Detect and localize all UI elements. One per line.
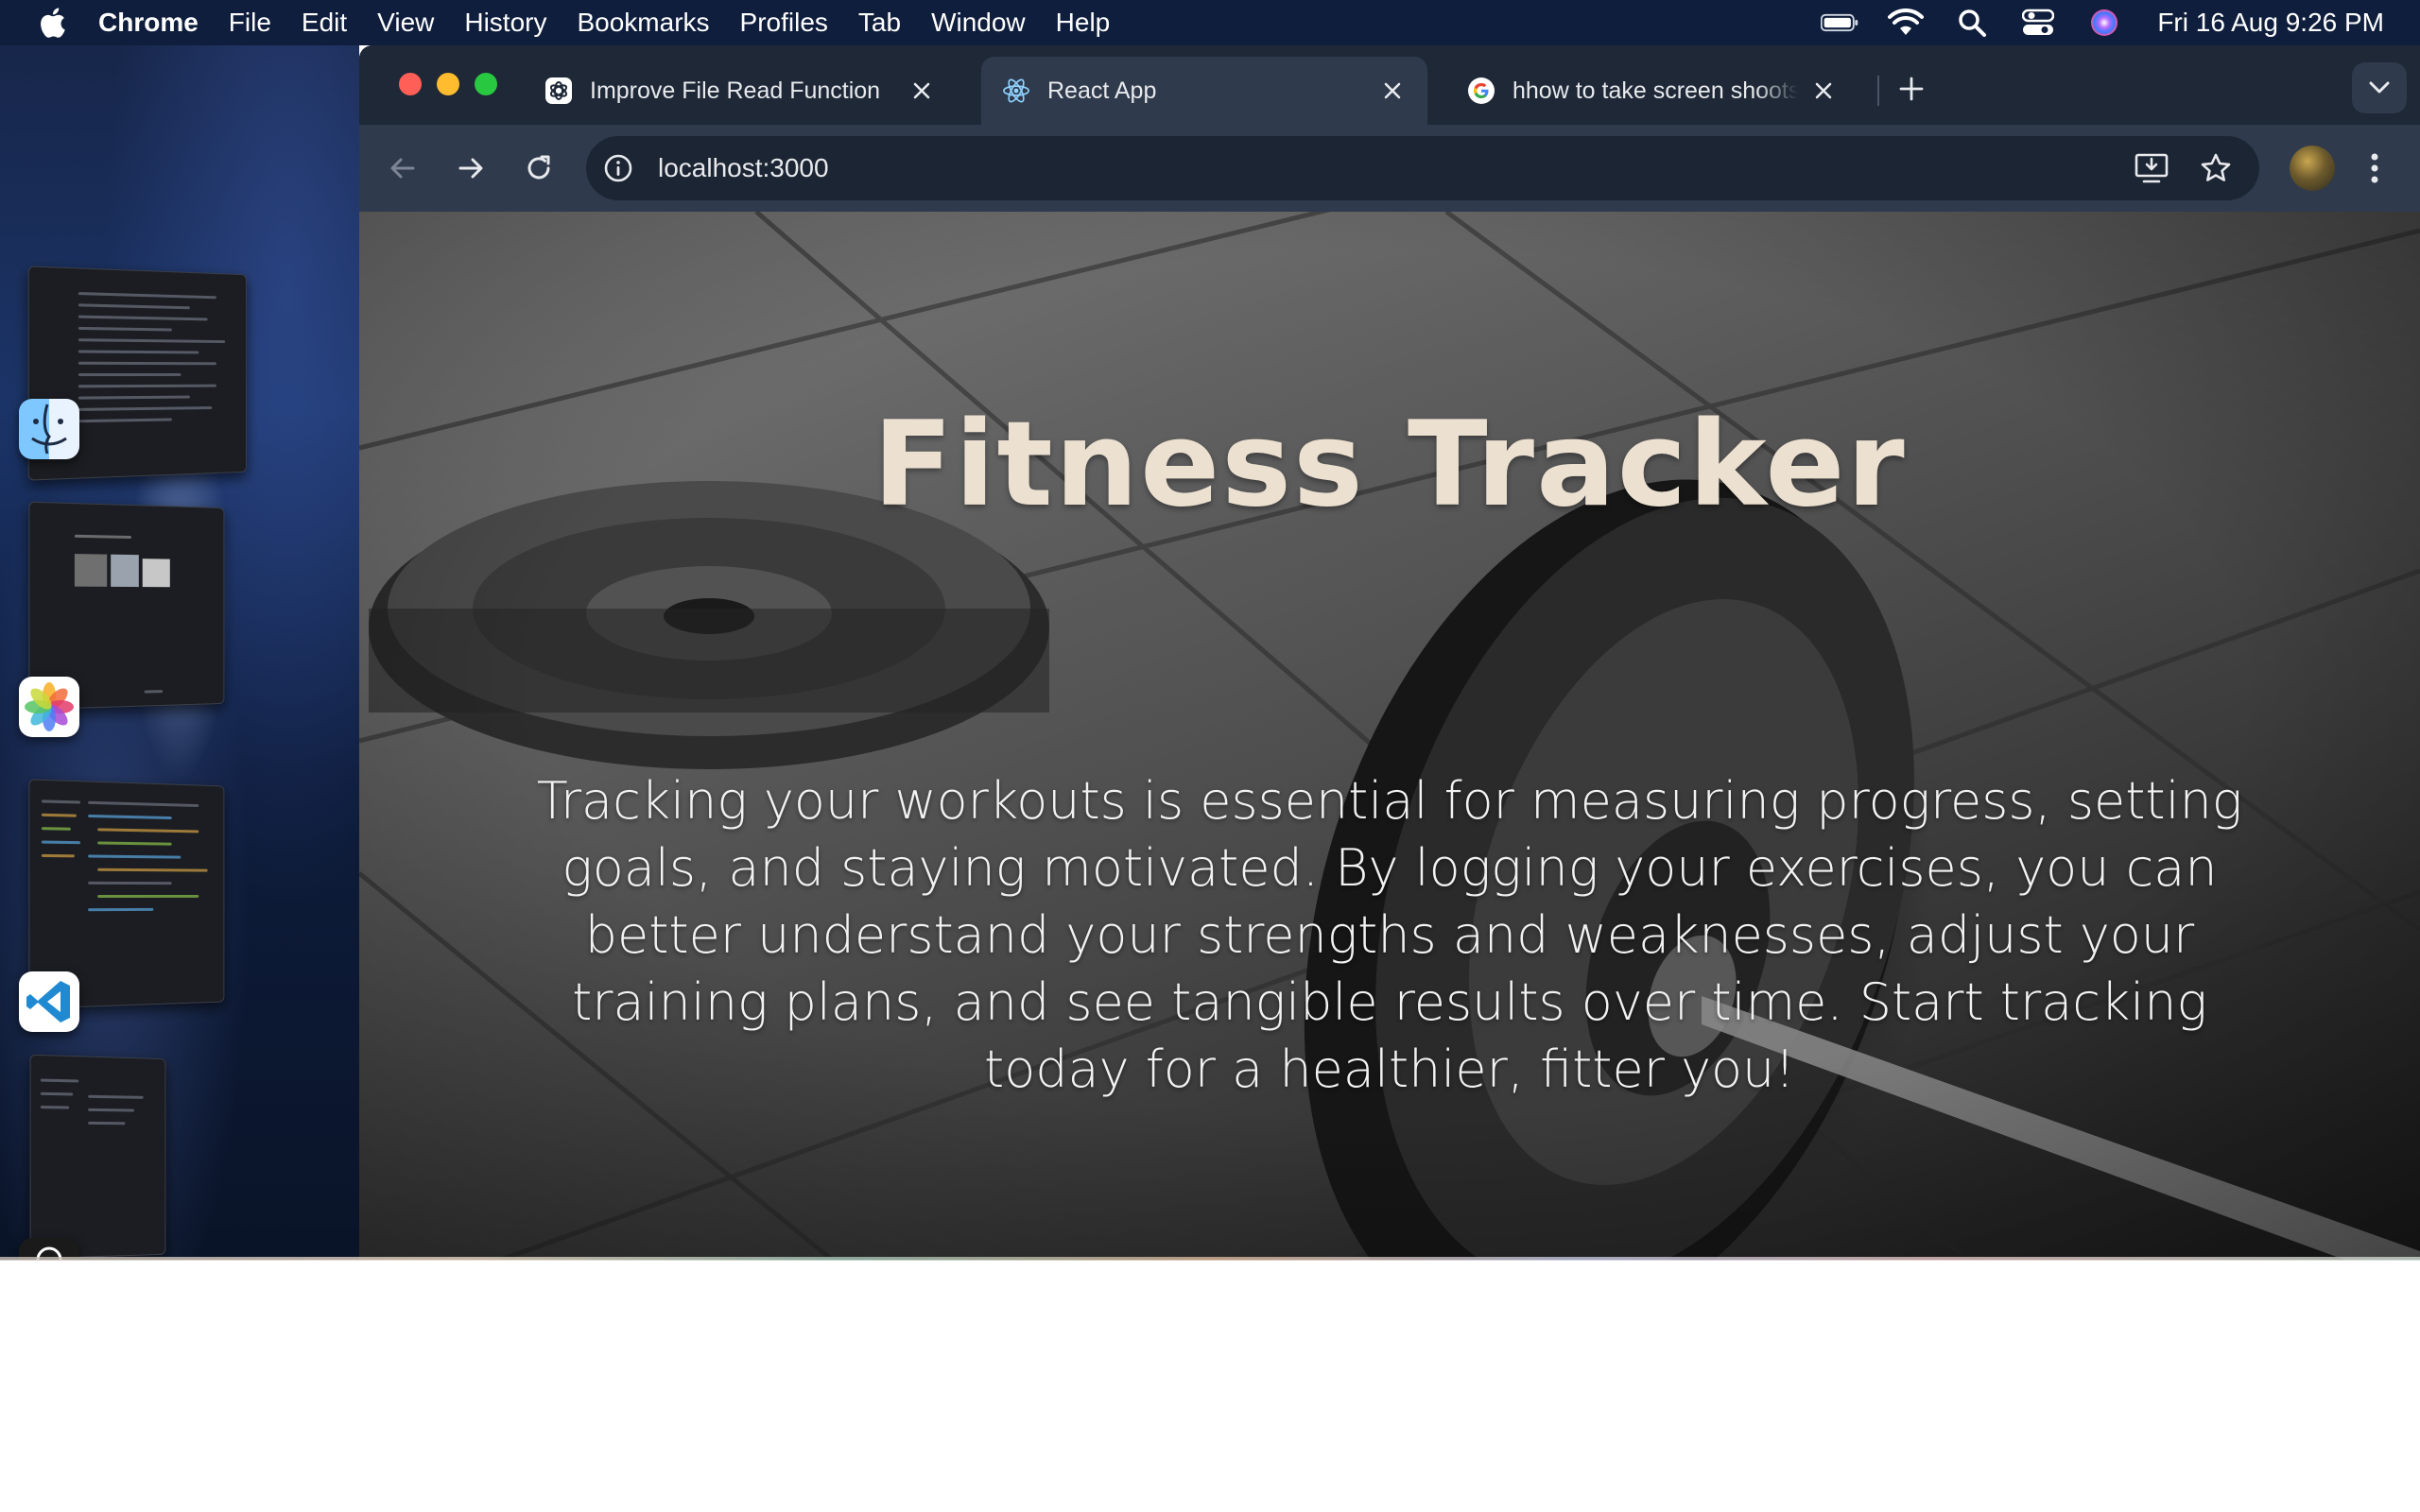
menu-history[interactable]: History [464,8,546,38]
tab-title: Improve File Read Function [590,77,881,104]
maximize-window-button[interactable] [475,73,497,95]
page-viewport: Fitness Tracker Tracking your workouts i… [359,212,2420,1260]
new-tab-button[interactable] [1893,70,1930,108]
profile-avatar[interactable] [2290,146,2335,191]
tab-search-button[interactable] [2352,62,2407,113]
bookmark-star-icon[interactable] [2195,147,2237,189]
apple-menu-icon[interactable] [36,7,68,39]
menu-bookmarks[interactable]: Bookmarks [577,8,709,38]
browser-toolbar: localhost:3000 [359,125,2420,212]
chrome-window: Improve File Read Function React App hho… [359,45,2420,1260]
finder-app-icon[interactable] [19,399,79,459]
address-bar[interactable]: localhost:3000 [586,136,2259,200]
stage-window-chatgpt[interactable] [29,1054,166,1260]
control-center-icon[interactable] [2019,9,2057,37]
wifi-icon[interactable] [1887,9,1925,37]
menu-bar-clock[interactable]: Fri 16 Aug 9:26 PM [2157,8,2384,38]
close-window-button[interactable] [399,73,422,95]
page-title: Fitness Tracker [873,397,1907,533]
react-icon [1002,77,1030,105]
menu-app-name[interactable]: Chrome [98,8,199,38]
menu-edit[interactable]: Edit [302,8,347,38]
minimize-window-button[interactable] [437,73,459,95]
menu-window[interactable]: Window [931,8,1026,38]
screen-capture-edge [0,1257,2420,1261]
google-icon [1467,77,1495,105]
menu-profiles[interactable]: Profiles [740,8,828,38]
spotlight-search-icon[interactable] [1953,9,1991,37]
siri-icon[interactable] [2085,9,2123,37]
address-bar-url[interactable]: localhost:3000 [658,153,829,183]
reload-button[interactable] [516,146,562,191]
forward-button[interactable] [448,146,493,191]
tab-title: hhow to take screen shoots in [1512,77,1798,104]
close-tab-icon[interactable] [908,77,936,105]
menu-bar: Chrome File Edit View History Bookmarks … [0,0,2420,45]
desktop-stage-manager [0,45,359,1260]
tab-improve-file-read[interactable]: Improve File Read Function [524,57,957,125]
more-menu-icon[interactable] [2356,146,2394,191]
site-info-icon[interactable] [597,147,639,189]
install-app-icon[interactable] [2131,147,2172,189]
menu-view[interactable]: View [377,8,434,38]
page-description: Tracking your workouts is essential for … [536,771,2243,1099]
chatgpt-icon [544,77,573,105]
menu-help[interactable]: Help [1056,8,1111,38]
tab-separator [1877,76,1879,106]
back-button[interactable] [380,146,425,191]
battery-icon[interactable] [1821,9,1858,37]
close-tab-icon[interactable] [1809,77,1838,105]
menu-file[interactable]: File [229,8,271,38]
photos-app-icon[interactable] [19,677,79,737]
tab-react-app[interactable]: React App [981,57,1427,125]
tab-strip: Improve File Read Function React App hho… [359,45,2420,125]
tab-title: React App [1047,77,1157,104]
vscode-app-icon[interactable] [19,971,79,1032]
tab-google-search[interactable]: hhow to take screen shoots in [1446,57,1858,125]
menu-tab[interactable]: Tab [858,8,901,38]
close-tab-icon[interactable] [1378,77,1407,105]
